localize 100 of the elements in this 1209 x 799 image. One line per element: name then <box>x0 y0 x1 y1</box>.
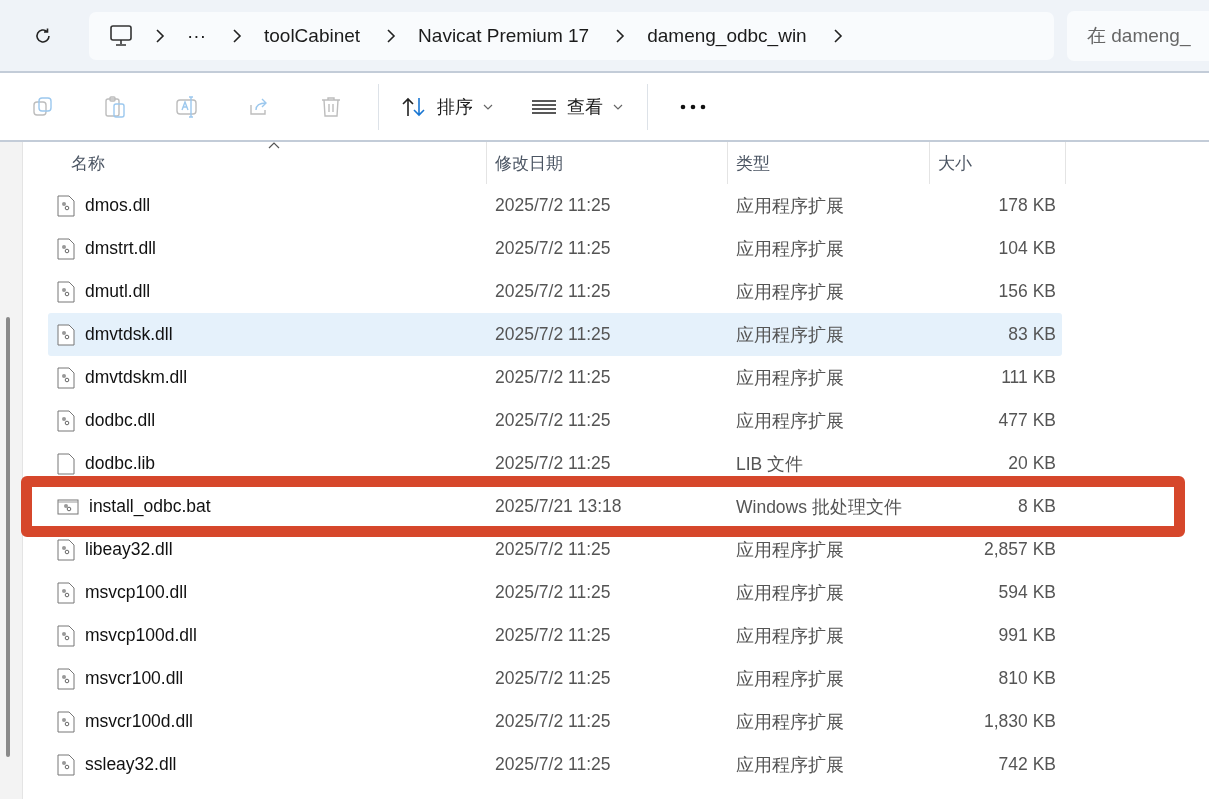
scrollbar-thumb[interactable] <box>6 317 10 757</box>
file-type: 应用程序扩展 <box>736 237 844 261</box>
file-size: 810 KB <box>998 668 1056 689</box>
file-row[interactable]: dodbc.dll 2025/7/2 11:25 应用程序扩展 477 KB <box>48 399 1062 442</box>
file-name: msvcp100.dll <box>85 582 188 603</box>
gear-file-icon <box>57 710 75 733</box>
file-type: 应用程序扩展 <box>736 366 844 390</box>
file-size: 742 KB <box>998 754 1056 775</box>
file-size: 111 KB <box>1001 367 1056 388</box>
file-type: 应用程序扩展 <box>736 538 844 562</box>
file-name: dmos.dll <box>85 195 151 216</box>
chevron-icon <box>615 28 626 43</box>
file-size: 20 KB <box>1008 453 1056 474</box>
file-size: 178 KB <box>998 195 1056 216</box>
modified-date: 2025/7/2 11:25 <box>495 582 611 603</box>
file-type: 应用程序扩展 <box>736 667 844 691</box>
file-size: 156 KB <box>998 281 1056 302</box>
modified-date: 2025/7/2 11:25 <box>495 410 611 431</box>
sort-icon <box>401 95 427 118</box>
delete-icon <box>319 94 343 119</box>
file-row[interactable]: dmvtdsk.dll 2025/7/2 11:25 应用程序扩展 83 KB <box>48 313 1062 356</box>
gear-file-icon <box>57 323 75 346</box>
chevron-icon <box>232 28 242 43</box>
gear-file-icon <box>57 667 75 690</box>
modified-date: 2025/7/2 11:25 <box>495 238 611 259</box>
more-icon <box>680 103 706 110</box>
copy-icon <box>31 94 55 119</box>
file-row[interactable]: dmvtdskm.dll 2025/7/2 11:25 应用程序扩展 111 KB <box>48 356 1062 399</box>
file-size: 1,830 KB <box>984 711 1056 732</box>
address-bar[interactable]: ··· toolCabinet Navicat Premium 17 dameng_odbc_win <box>89 11 1054 60</box>
paste-icon <box>103 94 127 119</box>
modified-date: 2025/7/21 13:18 <box>495 496 622 517</box>
file-name: msvcr100d.dll <box>85 711 193 732</box>
gear-file-icon <box>57 237 75 260</box>
breadcrumb-item[interactable]: toolCabinet <box>264 24 361 47</box>
file-name: dodbc.lib <box>85 453 156 474</box>
file-type: 应用程序扩展 <box>736 581 844 605</box>
file-name: dmvtdskm.dll <box>85 367 188 388</box>
modified-date: 2025/7/2 11:25 <box>495 195 611 216</box>
file-size: 991 KB <box>998 625 1056 646</box>
file-row[interactable]: libeay32.dll 2025/7/2 11:25 应用程序扩展 2,857 KB <box>48 528 1062 571</box>
file-name: msvcr100.dll <box>85 668 184 689</box>
gear-file-icon <box>57 409 75 432</box>
file-row[interactable]: msvcr100.dll 2025/7/2 11:25 应用程序扩展 810 KB <box>48 657 1062 700</box>
file-row[interactable]: msvcr100d.dll 2025/7/2 11:25 应用程序扩展 1,830 KB <box>48 700 1062 743</box>
file-size: 2,857 KB <box>984 539 1056 560</box>
view-button[interactable]: 查看 <box>523 88 631 125</box>
modified-date: 2025/7/2 11:25 <box>495 668 611 689</box>
file-row[interactable]: dodbc.lib 2025/7/2 11:25 LIB 文件 20 KB <box>48 442 1062 485</box>
file-name: dmstrt.dll <box>85 238 156 259</box>
file-type: 应用程序扩展 <box>736 409 844 433</box>
sort-button[interactable]: 排序 <box>393 88 501 125</box>
file-row[interactable]: install_odbc.bat 2025/7/21 13:18 Windows 批处理文件 8 KB <box>48 485 1062 528</box>
file-type: 应用程序扩展 <box>736 624 844 648</box>
column-header[interactable]: 修改日期 <box>487 142 728 184</box>
file-row[interactable]: dmos.dll 2025/7/2 11:25 应用程序扩展 178 KB <box>48 184 1062 227</box>
sort-caret-icon <box>268 142 280 149</box>
file-type: 应用程序扩展 <box>736 710 844 734</box>
file-type: 应用程序扩展 <box>736 323 844 347</box>
breadcrumb-item[interactable]: dameng_odbc_win <box>647 24 807 47</box>
caret-icon <box>613 102 623 111</box>
gear-file-icon <box>57 366 75 389</box>
file-type: 应用程序扩展 <box>736 280 844 304</box>
breadcrumb-item[interactable]: Navicat Premium 17 <box>418 24 590 47</box>
file-row[interactable]: dmstrt.dll 2025/7/2 11:25 应用程序扩展 104 KB <box>48 227 1062 270</box>
file-row[interactable]: dmutl.dll 2025/7/2 11:25 应用程序扩展 156 KB <box>48 270 1062 313</box>
column-header[interactable]: 类型 <box>728 142 930 184</box>
file-row[interactable]: msvcp100.dll 2025/7/2 11:25 应用程序扩展 594 KB <box>48 571 1062 614</box>
modified-date: 2025/7/2 11:25 <box>495 281 611 302</box>
column-header[interactable]: 名称 <box>48 142 487 184</box>
blank-file-icon <box>57 452 75 475</box>
rename-icon <box>175 94 199 119</box>
column-header[interactable]: 大小 <box>930 142 1066 184</box>
chevron-icon <box>386 28 397 43</box>
search-field[interactable]: 在 dameng_ <box>1067 10 1209 61</box>
breadcrumb-item[interactable]: ··· <box>187 24 206 47</box>
file-name: install_odbc.bat <box>89 496 211 517</box>
file-type: LIB 文件 <box>736 452 804 476</box>
gear-file-icon <box>57 581 75 604</box>
file-size: 83 KB <box>1008 324 1056 345</box>
file-name: dmutl.dll <box>85 281 151 302</box>
modified-date: 2025/7/2 11:25 <box>495 625 611 646</box>
gear-file-icon <box>57 280 75 303</box>
file-type: 应用程序扩展 <box>736 194 844 218</box>
gear-file-icon <box>57 624 75 647</box>
modified-date: 2025/7/2 11:25 <box>495 453 611 474</box>
file-size: 104 KB <box>998 238 1056 259</box>
modified-date: 2025/7/2 11:25 <box>495 754 611 775</box>
computer-icon <box>109 24 133 47</box>
file-row[interactable]: msvcp100d.dll 2025/7/2 11:25 应用程序扩展 991 KB <box>48 614 1062 657</box>
file-name: ssleay32.dll <box>85 754 177 775</box>
file-name: dmvtdsk.dll <box>85 324 173 345</box>
caret-icon <box>483 102 493 111</box>
file-size: 477 KB <box>998 410 1056 431</box>
modified-date: 2025/7/2 11:25 <box>495 367 611 388</box>
gear-file-icon <box>57 538 75 561</box>
file-name: dodbc.dll <box>85 410 156 431</box>
file-row[interactable]: ssleay32.dll 2025/7/2 11:25 应用程序扩展 742 KB <box>48 743 1062 786</box>
gear-file-icon <box>57 194 75 217</box>
file-type: Windows 批处理文件 <box>736 495 902 519</box>
